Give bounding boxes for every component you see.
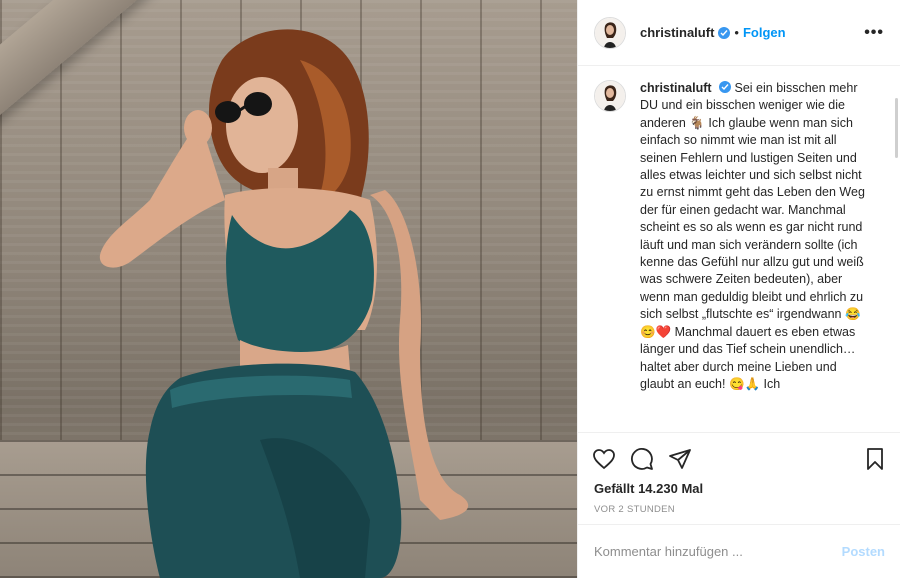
more-options-icon[interactable]: ••• <box>864 24 884 42</box>
bookmark-icon[interactable] <box>863 447 887 476</box>
post-header: christinaluft • Folgen ••• <box>578 0 900 66</box>
avatar[interactable] <box>594 16 626 49</box>
header-username[interactable]: christinaluft <box>640 25 714 40</box>
caption-verified-badge-icon <box>719 81 732 93</box>
verified-badge-icon <box>718 26 731 39</box>
heart-icon[interactable] <box>592 447 616 476</box>
caption-text-block: christinaluft Sei ein bisschen mehr DU u… <box>640 80 865 393</box>
post-photo[interactable] <box>0 0 577 578</box>
caption-scrollbar[interactable] <box>895 98 898 158</box>
follow-button[interactable]: Folgen <box>743 25 786 40</box>
caption-row: christinaluft Sei ein bisschen mehr DU u… <box>594 80 872 393</box>
post-comment-button[interactable]: Posten <box>842 544 885 559</box>
caption-username[interactable]: christinaluft <box>640 81 712 95</box>
comment-icon[interactable] <box>630 447 654 476</box>
comment-input[interactable] <box>594 544 842 559</box>
caption-area: christinaluft Sei ein bisschen mehr DU u… <box>578 80 888 428</box>
caption-avatar[interactable] <box>594 80 626 112</box>
caption-text: Sei ein bisschen mehr DU und ein bissche… <box>640 81 865 391</box>
likes-count[interactable]: Gefällt 14.230 Mal <box>578 481 900 496</box>
action-icons <box>578 433 900 479</box>
comment-bar: Posten <box>578 524 900 578</box>
woman-figure <box>99 29 469 578</box>
post-details-panel: christinaluft • Folgen ••• christinaluft <box>577 0 900 578</box>
paper-plane-icon[interactable] <box>668 447 692 476</box>
post-timestamp[interactable]: VOR 2 STUNDEN <box>578 504 900 515</box>
separator: • <box>734 25 739 40</box>
